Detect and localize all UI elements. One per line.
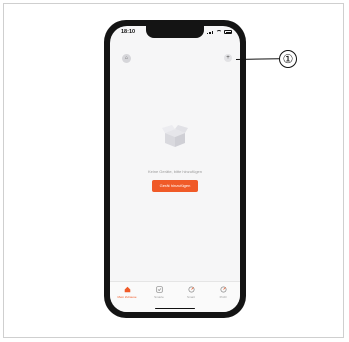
home-indicator [155,307,195,309]
empty-message: Keine Geräte, bitte hinzufügen [147,169,203,174]
notch [146,26,204,38]
tab-bar: Mein Zuhause Smarte Smart Profil [110,281,240,312]
app-screen: 18:10 ⌂ + Keine Geräte, bitte hinzufügen… [110,26,240,312]
status-time: 18:10 [121,29,136,35]
target-icon [187,286,195,293]
tab-home[interactable]: Mein Zuhause [114,286,140,299]
tab-label: Smart [186,295,195,299]
tab-smart[interactable]: Smart [178,286,204,299]
tab-label: Mein Zuhause [117,295,137,299]
callout-number: ① [279,50,297,68]
wifi-icon [216,30,222,34]
home-selector-icon[interactable]: ⌂ [122,54,131,63]
tab-profile[interactable]: Profil [210,286,236,299]
battery-icon [224,30,232,34]
user-icon [219,286,227,293]
status-icons [207,30,232,34]
add-icon[interactable]: + [224,54,232,62]
home-icon [124,286,130,293]
add-device-button[interactable]: Gerät hinzufügen [152,180,198,192]
tab-label: Smarte [154,295,164,299]
empty-box-icon [162,125,188,147]
phone-frame: 18:10 ⌂ + Keine Geräte, bitte hinzufügen… [104,20,246,318]
checkbox-icon [155,286,163,293]
tab-label: Profil [219,295,227,299]
tab-smart-scenes[interactable]: Smarte [146,286,172,299]
signal-icon [207,30,214,34]
